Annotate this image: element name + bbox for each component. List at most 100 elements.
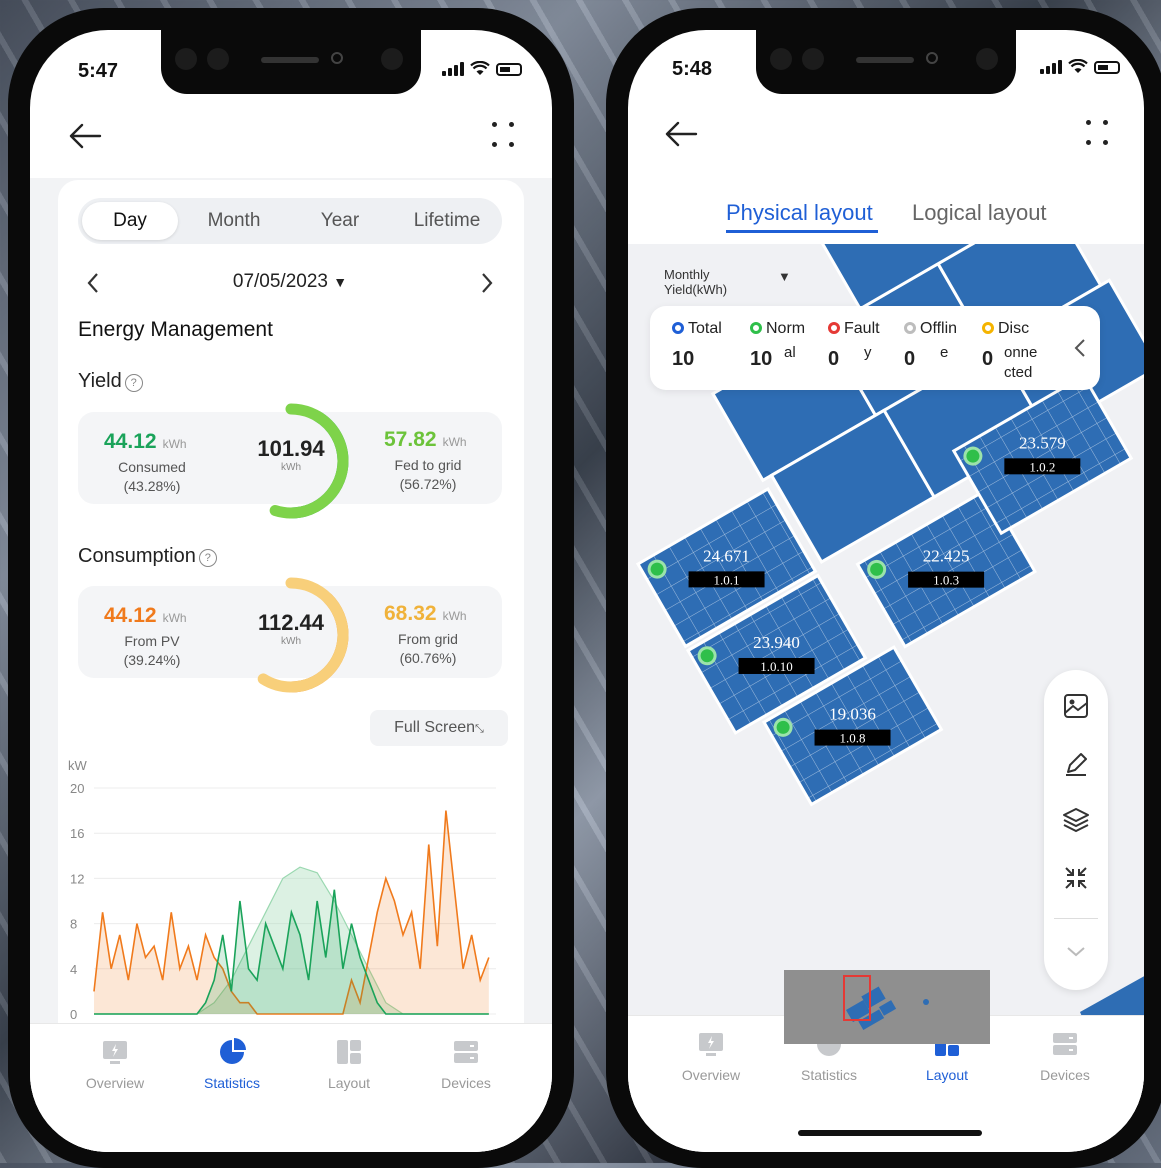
legend-disconnected[interactable]: Disc — [982, 320, 1029, 338]
panel-yield-value: 24.671 — [703, 546, 750, 565]
legend-faulty[interactable]: Fault — [828, 320, 880, 338]
devices-icon — [454, 1041, 478, 1063]
yield-title: Yield? — [78, 370, 143, 393]
wifi-icon — [470, 61, 490, 75]
tab-day[interactable]: Day — [82, 202, 178, 240]
legend-offline-wrap: e — [940, 344, 949, 361]
legend-normal-wrap: al — [784, 344, 796, 361]
caret-down-icon: ▼ — [778, 269, 791, 284]
tab-devices[interactable]: Devices — [1010, 1030, 1120, 1083]
consumption-total-unit: kWh — [281, 636, 301, 647]
legend-normal-count: 10 — [750, 348, 773, 370]
status-icons — [442, 61, 522, 76]
minimap[interactable] — [784, 970, 990, 1044]
yield-total: 101.94 — [257, 436, 325, 461]
notch — [756, 30, 1016, 94]
y-tick-label: 4 — [70, 962, 77, 977]
battery-icon — [496, 63, 522, 76]
tab-logical-layout[interactable]: Logical layout — [912, 200, 1047, 226]
fed-to-grid-value: 57.82 kWh — [384, 428, 467, 451]
tab-physical-layout[interactable]: Physical layout — [726, 200, 873, 226]
legend-faulty-count: 0 — [828, 348, 840, 370]
date-picker[interactable]: 07/05/2023 ▼ — [78, 266, 502, 298]
panel-id: 1.0.1 — [714, 572, 740, 587]
status-time: 5:48 — [672, 58, 713, 80]
yield-donut: 101.94 kWh — [228, 398, 354, 524]
overview-icon — [103, 1041, 127, 1064]
tab-overview[interactable]: Overview — [656, 1030, 766, 1083]
pen-icon[interactable] — [1062, 750, 1090, 778]
overview-icon — [699, 1033, 723, 1056]
metric-dropdown[interactable]: Monthly Yield(kWh) ▼ — [664, 267, 791, 297]
more-icon[interactable] — [1086, 120, 1110, 146]
back-arrow-icon[interactable] — [68, 122, 102, 150]
page-title: Energy Management — [78, 318, 273, 341]
help-icon[interactable]: ? — [124, 374, 143, 392]
wifi-icon — [1068, 59, 1088, 73]
tab-statistics[interactable]: Statistics — [177, 1038, 287, 1091]
from-grid-value: 68.32 kWh — [384, 602, 467, 625]
y-tick-label: 0 — [70, 1007, 77, 1022]
fed-to-grid-label: Fed to grid (56.72%) — [394, 457, 462, 492]
consumed-label: Consumed (43.28%) — [118, 459, 186, 494]
power-chart: kW20161284000:0004:0008:0012:0016:0020:0… — [68, 758, 496, 1022]
panel-id: 1.0.3 — [933, 573, 959, 588]
legend-disconnected-count: 0 — [982, 348, 994, 370]
y-tick-label: 20 — [70, 781, 84, 796]
layers-icon[interactable] — [1062, 806, 1090, 834]
more-icon[interactable] — [492, 122, 516, 148]
from-pv-value: 44.12 kWh — [104, 604, 187, 627]
period-selector: Day Month Year Lifetime — [78, 198, 502, 244]
y-tick-label: 8 — [70, 917, 77, 932]
image-icon[interactable] — [1062, 692, 1090, 720]
panel-yield-value: 23.579 — [1019, 433, 1066, 452]
date-value: 07/05/2023 — [232, 271, 328, 292]
legend-total[interactable]: Total — [672, 320, 722, 338]
help-icon[interactable]: ? — [198, 549, 217, 567]
tab-month[interactable]: Month — [184, 202, 284, 240]
legend-offline[interactable]: Offlin — [904, 320, 957, 338]
date-navigator: 07/05/2023 ▼ — [78, 266, 502, 298]
consumption-title: Consumption? — [78, 545, 217, 568]
tab-layout[interactable]: Layout — [294, 1038, 404, 1091]
consumed-value: 44.12 kWh — [104, 430, 187, 453]
status-time: 5:47 — [78, 60, 119, 82]
collapse-legend-icon[interactable] — [1074, 338, 1086, 358]
yield-label: Yield — [78, 370, 122, 392]
panel-yield-value: 23.940 — [753, 633, 800, 652]
next-date-icon[interactable] — [480, 272, 494, 294]
tab-lifetime[interactable]: Lifetime — [396, 202, 498, 240]
from-grid-label: From grid (60.76%) — [398, 631, 458, 666]
devices-icon — [1053, 1033, 1077, 1055]
legend-faulty-wrap: y — [864, 344, 872, 361]
toolbox-divider — [1054, 918, 1098, 919]
fullscreen-button[interactable]: Full Screen⤡ — [370, 710, 508, 746]
panel-yield-value: 19.036 — [829, 705, 876, 724]
map-toolbox — [1044, 670, 1108, 990]
layout-icon — [337, 1040, 361, 1064]
tab-overview[interactable]: Overview — [60, 1038, 170, 1091]
statistics-icon — [220, 1038, 246, 1064]
battery-icon — [1094, 61, 1120, 74]
home-indicator — [798, 1130, 982, 1136]
tab-year[interactable]: Year — [290, 202, 390, 240]
back-arrow-icon[interactable] — [664, 120, 698, 148]
y-tick-label: 12 — [70, 871, 84, 886]
legend-normal[interactable]: Norm — [750, 320, 805, 338]
panel-id: 1.0.10 — [760, 659, 793, 674]
y-tick-label: 16 — [70, 826, 84, 841]
consumption-total: 112.44 — [257, 610, 325, 635]
panel-id: 1.0.8 — [840, 731, 866, 746]
layout-screen: 5:48 Physical layout Logical layout 24.6… — [628, 30, 1144, 1152]
collapse-icon[interactable] — [1062, 864, 1090, 892]
expand-icon: ⤡ — [475, 723, 484, 735]
from-pv-label: From PV (39.24%) — [123, 633, 181, 668]
bottom-tabbar: Overview Statistics Layout Devices — [30, 1023, 552, 1152]
signal-icon — [442, 62, 464, 76]
tab-devices[interactable]: Devices — [411, 1038, 521, 1091]
active-tab-underline — [726, 230, 878, 233]
minimap-preview — [843, 975, 929, 1031]
chevron-down-icon[interactable] — [1062, 938, 1090, 966]
legend-disconnected-wrap: onne — [1004, 344, 1038, 361]
y-axis-unit: kW — [68, 758, 88, 773]
